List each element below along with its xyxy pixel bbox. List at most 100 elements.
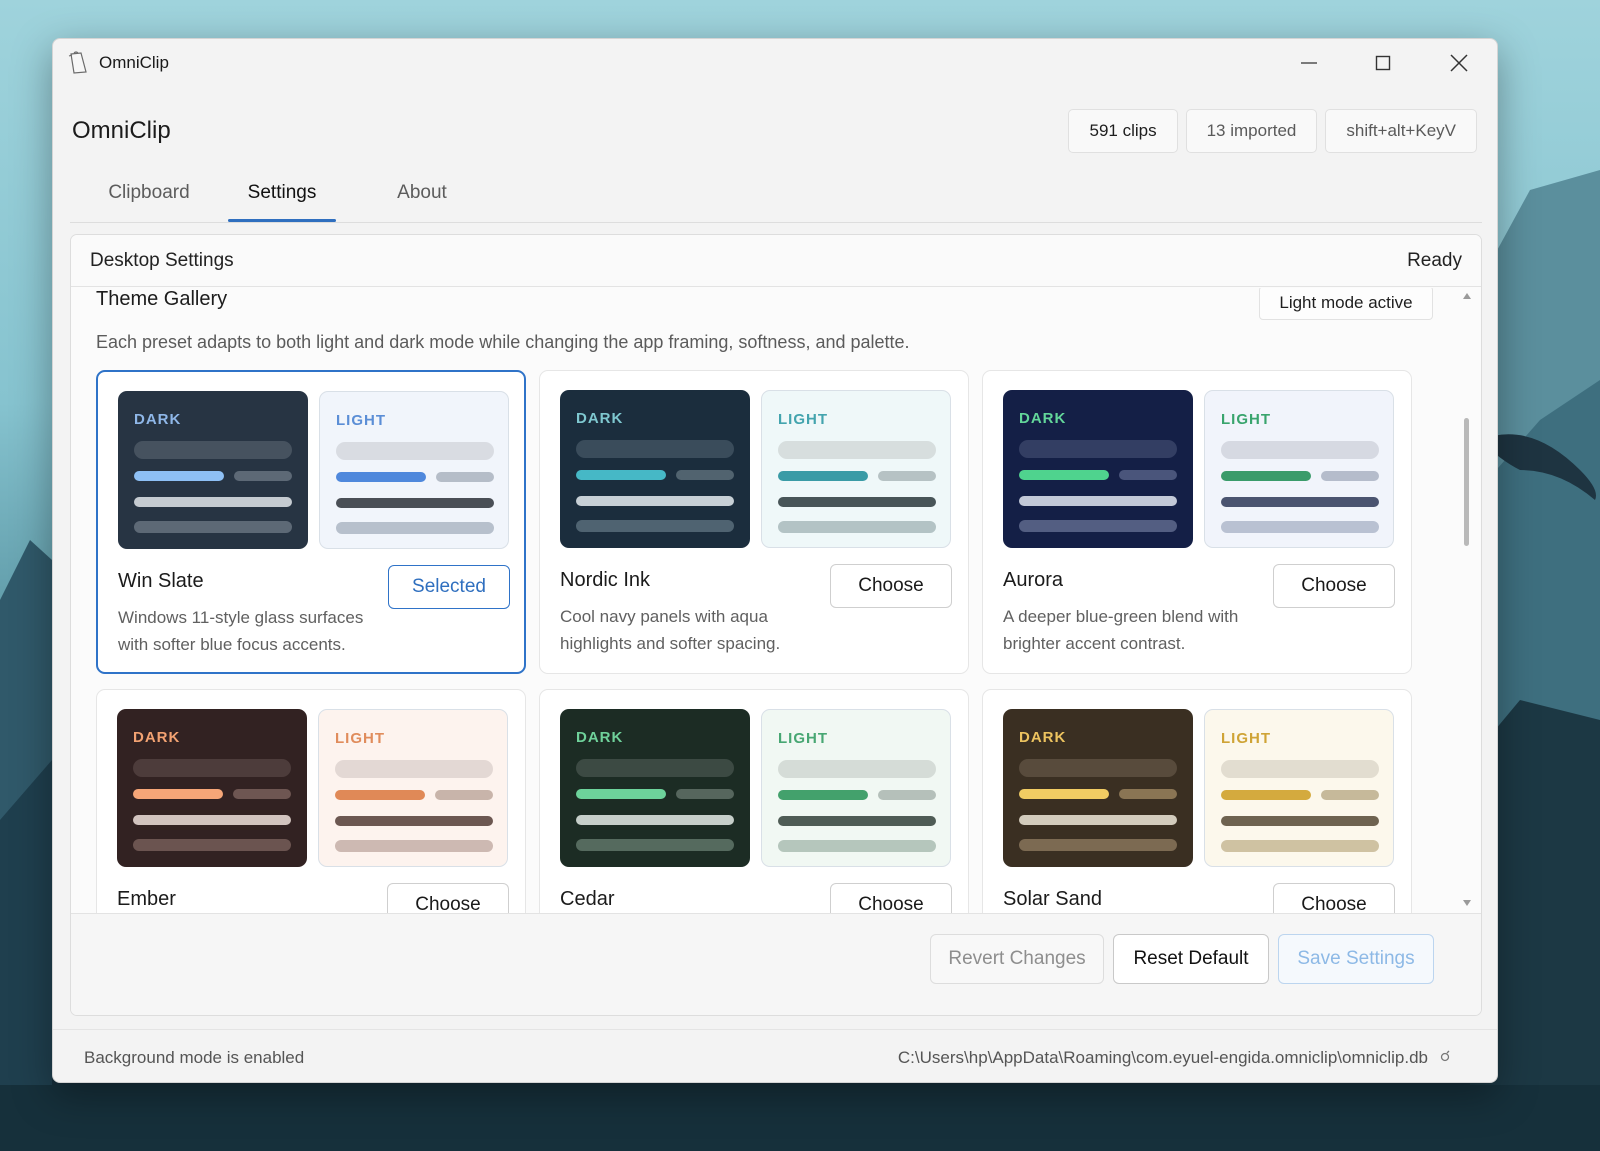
theme-card[interactable]: DARK LIGHT Win Slate Selected Windows 11-sty… bbox=[96, 370, 526, 674]
theme-card[interactable]: DARK LIGHT Ember Choose bbox=[96, 689, 526, 913]
choose-theme-button[interactable]: Choose bbox=[387, 883, 509, 913]
preview-line bbox=[576, 440, 734, 458]
preview-line bbox=[133, 815, 291, 825]
panel-title: Desktop Settings bbox=[90, 250, 234, 271]
gallery-description: Each preset adapts to both light and dar… bbox=[96, 332, 910, 352]
light-mode-preview: LIGHT bbox=[761, 390, 951, 548]
light-mode-preview: LIGHT bbox=[1204, 709, 1394, 867]
panel-footer: Revert Changes Reset Default Save Settin… bbox=[71, 913, 1481, 1015]
preview-line bbox=[1221, 760, 1379, 778]
active-tab-indicator bbox=[228, 219, 336, 222]
preview-line bbox=[335, 760, 493, 778]
preview-mode-label: LIGHT bbox=[778, 411, 828, 428]
choose-theme-button[interactable]: Choose bbox=[830, 883, 952, 913]
scrollbar-thumb[interactable] bbox=[1464, 418, 1469, 546]
save-settings-button[interactable]: Save Settings bbox=[1278, 934, 1434, 984]
dark-mode-preview: DARK bbox=[118, 391, 308, 549]
minimize-icon bbox=[1301, 62, 1317, 64]
reset-default-button[interactable]: Reset Default bbox=[1113, 934, 1269, 984]
preview-mode-label: DARK bbox=[1019, 410, 1067, 427]
preview-line bbox=[1221, 441, 1379, 459]
stat-badges: 591 clips 13 imported shift+alt+KeyV bbox=[1068, 109, 1477, 153]
preview-line bbox=[1019, 470, 1109, 480]
preview-line bbox=[576, 789, 666, 799]
copy-path-icon[interactable] bbox=[1439, 1050, 1451, 1064]
preview-line bbox=[576, 496, 734, 506]
choose-theme-button[interactable]: Choose bbox=[830, 564, 952, 608]
preview-mode-label: LIGHT bbox=[336, 412, 386, 429]
preview-line bbox=[335, 840, 493, 852]
preview-line bbox=[336, 442, 494, 460]
theme-name: Nordic Ink bbox=[560, 569, 651, 591]
maximize-button[interactable] bbox=[1353, 45, 1413, 81]
preview-line bbox=[778, 521, 936, 533]
dark-mode-preview: DARK bbox=[560, 709, 750, 867]
theme-description: Windows 11-style glass surfaces with sof… bbox=[118, 608, 364, 654]
preview-line bbox=[436, 472, 494, 482]
light-mode-preview: LIGHT bbox=[1204, 390, 1394, 548]
maximize-icon bbox=[1375, 55, 1391, 71]
app-window: OmniClip OmniClip 591 clips 13 imported … bbox=[52, 38, 1498, 1083]
preview-line bbox=[778, 816, 936, 826]
preview-mode-label: DARK bbox=[576, 729, 624, 746]
revert-changes-button[interactable]: Revert Changes bbox=[930, 934, 1104, 984]
preview-mode-label: DARK bbox=[1019, 729, 1067, 746]
preview-line bbox=[336, 498, 494, 508]
preview-line bbox=[134, 497, 292, 507]
window-title: OmniClip bbox=[99, 53, 169, 72]
theme-name: Ember bbox=[117, 888, 176, 910]
theme-gallery-scroll-area[interactable]: Theme Gallery Light mode active Each pre… bbox=[71, 288, 1481, 913]
theme-card[interactable]: DARK LIGHT Solar Sand Choose bbox=[982, 689, 1412, 913]
preview-mode-label: DARK bbox=[133, 729, 181, 746]
dark-mode-preview: DARK bbox=[560, 390, 750, 548]
clips-count-badge: 591 clips bbox=[1068, 109, 1178, 153]
preview-line bbox=[778, 840, 936, 852]
preview-line bbox=[1119, 789, 1177, 799]
minimize-button[interactable] bbox=[1279, 45, 1339, 81]
preview-line bbox=[878, 471, 936, 481]
settings-panel: Desktop Settings Ready Theme Gallery Lig… bbox=[70, 234, 1482, 1016]
preview-line bbox=[778, 471, 868, 481]
preview-line bbox=[1221, 840, 1379, 852]
preview-line bbox=[1019, 815, 1177, 825]
light-mode-preview: LIGHT bbox=[319, 391, 509, 549]
preview-mode-label: LIGHT bbox=[335, 730, 385, 747]
mode-badge: Light mode active bbox=[1259, 288, 1433, 320]
app-heading: OmniClip bbox=[72, 117, 171, 144]
database-path: C:\Users\hp\AppData\Roaming\com.eyuel-en… bbox=[897, 1048, 1428, 1067]
theme-card[interactable]: DARK LIGHT Nordic Ink Choose Cool navy panel… bbox=[539, 370, 969, 674]
theme-card[interactable]: DARK LIGHT Cedar Choose bbox=[539, 689, 969, 913]
selected-theme-button[interactable]: Selected bbox=[388, 565, 510, 609]
preview-line bbox=[1119, 470, 1177, 480]
scroll-up-arrow-icon[interactable] bbox=[1462, 292, 1472, 300]
status-bar: Background mode is enabled C:\Users\hp\A… bbox=[53, 1029, 1497, 1082]
preview-line bbox=[134, 471, 224, 481]
background-mode-status: Background mode is enabled bbox=[84, 1048, 305, 1067]
preview-line bbox=[1321, 790, 1379, 800]
title-bar[interactable]: OmniClip bbox=[53, 39, 1497, 87]
preview-line bbox=[1221, 816, 1379, 826]
preview-line bbox=[335, 816, 493, 826]
preview-line bbox=[134, 441, 292, 459]
clipboard-app-icon bbox=[68, 51, 87, 74]
preview-line bbox=[1019, 839, 1177, 851]
theme-card[interactable]: DARK LIGHT Aurora Choose A deeper blue-green… bbox=[982, 370, 1412, 674]
gallery-title: Theme Gallery bbox=[96, 288, 228, 310]
preview-line bbox=[576, 470, 666, 480]
vertical-scrollbar[interactable] bbox=[1459, 288, 1475, 913]
choose-theme-button[interactable]: Choose bbox=[1273, 564, 1395, 608]
preview-line bbox=[233, 789, 291, 799]
choose-theme-button[interactable]: Choose bbox=[1273, 883, 1395, 913]
preview-line bbox=[1221, 497, 1379, 507]
preview-mode-label: DARK bbox=[134, 411, 182, 428]
tab-about[interactable]: About bbox=[366, 179, 478, 223]
preview-line bbox=[1321, 471, 1379, 481]
tab-clipboard[interactable]: Clipboard bbox=[70, 179, 228, 223]
tab-settings[interactable]: Settings bbox=[228, 179, 336, 223]
scroll-down-arrow-icon[interactable] bbox=[1462, 899, 1472, 907]
preview-line bbox=[1221, 521, 1379, 533]
close-button[interactable] bbox=[1429, 45, 1489, 81]
preview-line bbox=[1221, 790, 1311, 800]
theme-description: A deeper blue-green blend with brighter … bbox=[1003, 607, 1239, 653]
preview-line bbox=[234, 471, 292, 481]
